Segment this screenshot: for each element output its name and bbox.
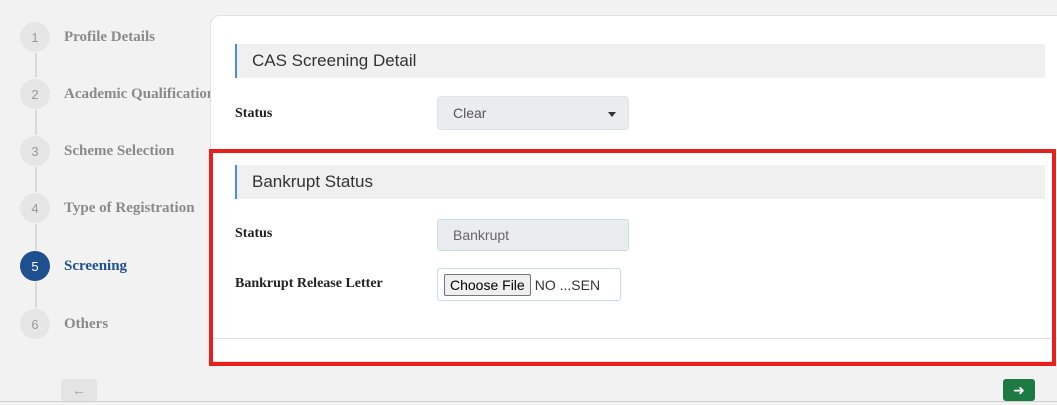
bankrupt-section-title: Bankrupt Status — [252, 172, 373, 191]
wizard-stepper: 1 Profile Details 2 Academic Qualificati… — [0, 0, 221, 365]
step-screening[interactable]: 5 Screening — [20, 251, 127, 281]
step-label: Profile Details — [64, 28, 155, 45]
card-divider — [211, 338, 1057, 339]
choose-file-button[interactable]: Choose File — [444, 273, 531, 296]
step-scheme-selection[interactable]: 3 Scheme Selection — [20, 136, 174, 166]
step-connector — [35, 110, 37, 135]
bankrupt-status-field: Bankrupt — [437, 219, 629, 251]
step-academic-qualifications[interactable]: 2 Academic Qualifications — [20, 79, 221, 109]
step-connector — [35, 224, 37, 250]
step-label: Others — [64, 315, 109, 332]
screening-form-card: CAS Screening Detail Status Clear Bankru… — [210, 15, 1057, 362]
step-label: Screening — [64, 257, 128, 274]
step-connector — [35, 53, 37, 77]
cas-status-label: Status — [235, 106, 273, 121]
step-number: 3 — [20, 136, 50, 166]
step-label: Scheme Selection — [64, 142, 175, 159]
step-label: Type of Registration — [64, 199, 195, 216]
step-label: Academic Qualifications — [64, 85, 222, 102]
arrow-left-icon: ← — [72, 382, 86, 398]
step-profile-details[interactable]: 1 Profile Details — [20, 22, 155, 52]
bankrupt-release-letter-label: Bankrupt Release Letter — [235, 276, 383, 291]
footer-divider — [0, 401, 1057, 402]
next-button[interactable]: ➜ — [1003, 379, 1035, 401]
cas-section-title: CAS Screening Detail — [252, 51, 417, 70]
cas-section-header: CAS Screening Detail — [235, 44, 1045, 78]
caret-down-icon — [608, 112, 616, 117]
step-number: 4 — [20, 193, 50, 223]
step-number: 6 — [20, 309, 50, 339]
step-number: 5 — [20, 251, 50, 281]
bankrupt-section-header: Bankrupt Status — [235, 165, 1045, 199]
step-type-of-registration[interactable]: 4 Type of Registration — [20, 193, 195, 223]
step-connector — [35, 282, 37, 308]
previous-button[interactable]: ← — [61, 379, 97, 401]
bankrupt-status-label: Status — [235, 226, 273, 241]
cas-status-select[interactable]: Clear — [437, 96, 629, 130]
bankrupt-release-letter-input[interactable]: Choose File NO ...SEN — [437, 268, 621, 301]
step-others[interactable]: 6 Others — [20, 309, 108, 339]
arrow-right-icon: ➜ — [1013, 382, 1025, 398]
cas-status-value: Clear — [453, 105, 487, 121]
step-number: 1 — [20, 22, 50, 52]
step-number: 2 — [20, 79, 50, 109]
file-name-text: NO ...SEN — [534, 276, 601, 293]
bankrupt-status-value: Bankrupt — [453, 227, 510, 243]
step-connector — [35, 167, 37, 192]
